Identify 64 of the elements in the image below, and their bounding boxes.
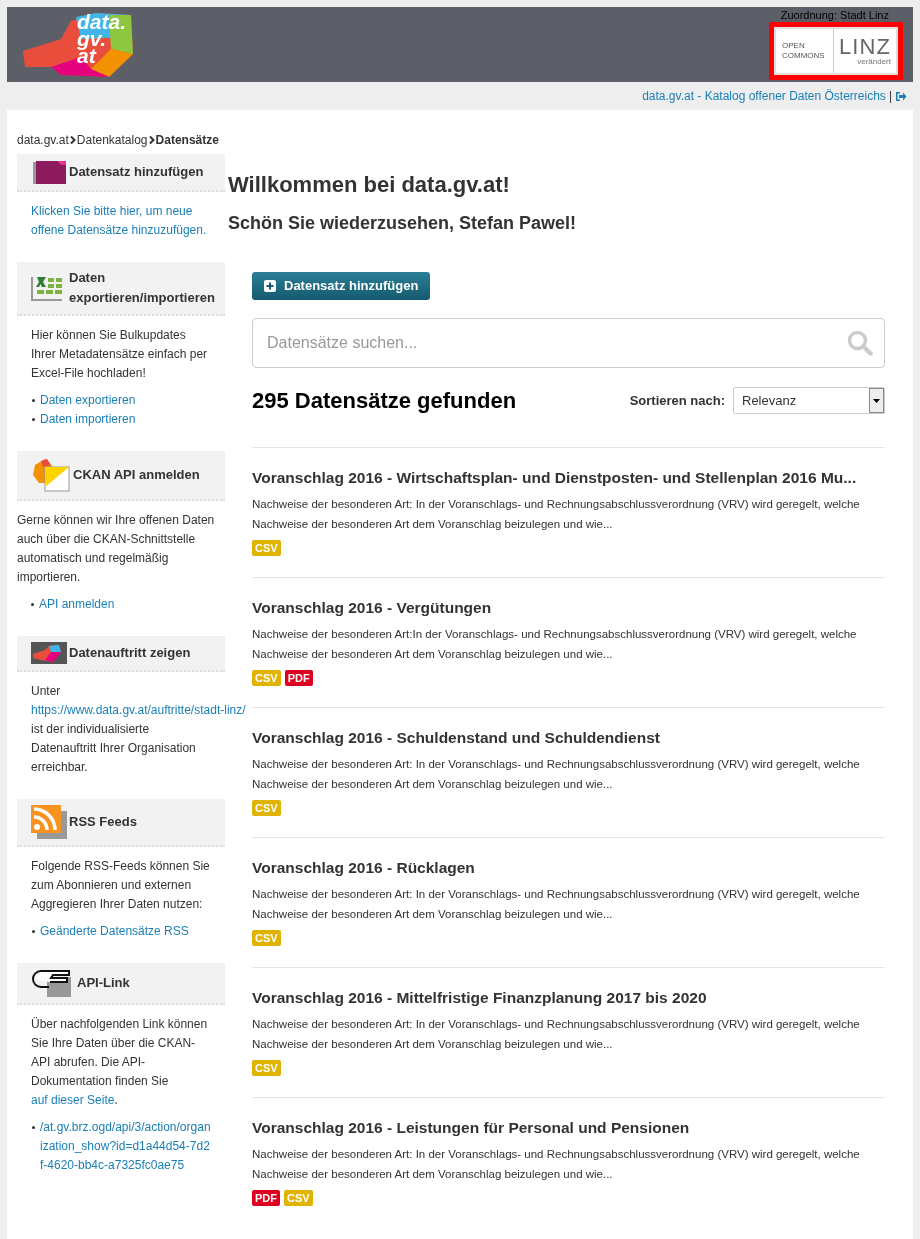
dataset-title[interactable]: Voranschlag 2016 - Wirtschaftsplan- und Dienstposten- und Stellenplan 2016 Mu...: [252, 468, 885, 488]
panel-text: Hier können Sie Bulkupdates Ihrer Metadatensätze einfach per Excel-File hochladen!: [31, 327, 209, 382]
folder-icon: [31, 160, 67, 184]
chevron-icon: [148, 136, 155, 144]
panel-link[interactable]: Daten exportieren: [40, 391, 211, 410]
panel-text: Folgende RSS-Feeds können Sie zum Abonnieren und externen Aggregieren Ihrer Daten nutzen:: [31, 858, 211, 913]
logo-icon: [31, 642, 67, 664]
separator-text: |: [888, 88, 892, 105]
greeting-heading: Schön Sie wiederzusehen, Stefan Pawel!: [228, 212, 578, 235]
dataset-title[interactable]: Voranschlag 2016 - Rücklagen: [252, 858, 885, 878]
panel-title: Datenauftritt zeigen: [69, 644, 191, 662]
bullet-icon: [31, 603, 34, 606]
panel-text: Über nachfolgenden Link können Sie Ihre Daten über die CKAN-API abrufen. Die API-Dokumentation finden Sie auf dieser Seite.: [31, 1016, 209, 1109]
brand-text: LINZ: [838, 36, 891, 58]
dataset-description: Nachweise der besonderen Art:In der Voranschlags- und Rechnungsabschlussverordnung (VRV) wird geregelt, welche Nachweise der besonderen Art dem Voranschlag beizulegen und wie...: [252, 627, 858, 662]
bullet-icon: [32, 399, 35, 402]
logout-icon[interactable]: [895, 90, 907, 102]
caret-icon: [869, 388, 884, 413]
dataset-description: Nachweise der besonderen Art: In der Voranschlags- und Rechnungsabschlussverordnung (VRV) wird geregelt, welche Nachweise der besonderen Art dem Voranschlag beizulegen und wie...: [252, 887, 861, 922]
result-count: 295 Datensätze gefunden: [252, 387, 517, 415]
panel-title: Datensatz hinzufügen: [69, 163, 204, 181]
welcome-heading: Willkommen bei data.gv.at!: [228, 171, 511, 199]
text-link[interactable]: https://www.data.gv.at: [31, 703, 148, 717]
dataset-title[interactable]: Voranschlag 2016 - Leistungen für Personal und Pensionen: [252, 1118, 885, 1138]
breadcrumb-link[interactable]: data.gv.at: [17, 131, 69, 149]
partner-text: COMMONS: [782, 51, 826, 61]
panel-title: Daten exportieren/importieren: [69, 269, 215, 307]
panel-link[interactable]: Daten importieren: [40, 410, 211, 429]
breadcrumb-link[interactable]: Datenkatalog: [76, 131, 148, 149]
search-field[interactable]: Datensätze suchen...: [252, 318, 885, 368]
dataset-description: Nachweise der besonderen Art: In der Voranschlags- und Rechnungsabschlussverordnung (VRV) wird geregelt, welche Nachweise der besonderen Art dem Voranschlag beizulegen und wie...: [252, 1017, 861, 1052]
add-dataset-button[interactable]: Datensatz hinzufügen: [252, 272, 431, 300]
panel-title: CKAN API anmelden: [73, 466, 200, 484]
panel-link[interactable]: Geänderte Datensätze RSS: [40, 922, 211, 941]
cube-icon: [31, 457, 71, 493]
format-tag[interactable]: PDF: [284, 670, 313, 686]
bullet-icon: [32, 418, 35, 421]
partner-text: OPEN: [782, 41, 806, 51]
dataset-title[interactable]: Voranschlag 2016 - Schuldenstand und Schuldendienst: [252, 728, 885, 748]
panel-title: API-Link: [77, 974, 130, 992]
dataset-description: Nachweise der besonderen Art: In der Voranschlags- und Rechnungsabschlussverordnung (VRV) wird geregelt, welche Nachweise der besonderen Art dem Voranschlag beizulegen und wie...: [252, 1147, 861, 1182]
search-icon: [847, 330, 873, 356]
bullet-icon: [32, 1126, 35, 1129]
format-tag[interactable]: PDF: [252, 1190, 280, 1206]
panel-title: RSS Feeds: [69, 813, 137, 831]
dataset-description: Nachweise der besonderen Art: In der Voranschlags- und Rechnungsabschlussverordnung (VRV) wird geregelt, welche Nachweise der besonderen Art dem Voranschlag beizulegen und wie...: [252, 497, 861, 532]
panel-link[interactable]: API anmelden: [39, 595, 225, 614]
chevron-icon: [69, 136, 76, 144]
bullet-icon: [32, 930, 35, 933]
panel-link[interactable]: Klicken Sie bitte hier, um neue offene Datensätze hinzuzufügen.: [31, 202, 211, 240]
plus-icon: [264, 280, 276, 292]
catalog-link[interactable]: data.gv.at - Katalog offener Daten Österreichs: [642, 87, 886, 105]
assignment-label: Zuordnung: Stadt Linz: [780, 10, 889, 21]
text-link[interactable]: /auftritte/stadt-linz/: [147, 703, 246, 717]
partner-logo[interactable]: OPEN COMMONS LINZ verändert: [776, 29, 896, 73]
dataset-description: Nachweise der besonderen Art: In der Voranschlags- und Rechnungsabschlussverordnung (VRV) wird geregelt, welche Nachweise der besonderen Art dem Voranschlag beizulegen und wie...: [252, 757, 861, 792]
panel-link[interactable]: /at.gv.brz.ogd/api/3/action/organization_show?id=d1a44d54-7d2f-4620-bb4c-a7325fc0ae75: [40, 1118, 211, 1175]
sort-dropdown[interactable]: Relevanz: [733, 387, 885, 414]
rss-icon: [31, 805, 67, 839]
dataset-title[interactable]: Voranschlag 2016 - Vergütungen: [252, 598, 885, 618]
dataset-title[interactable]: Voranschlag 2016 - Mittelfristige Finanzplanung 2017 bis 2020: [252, 988, 885, 1008]
sort-label: Sortieren nach:: [629, 391, 725, 410]
brand-tagline: verändert: [857, 58, 891, 66]
panel-text: Gerne können wir Ihre offenen Daten auch über die CKAN-Schnittstelle automatisch und regelmäßig importieren.: [17, 512, 216, 586]
